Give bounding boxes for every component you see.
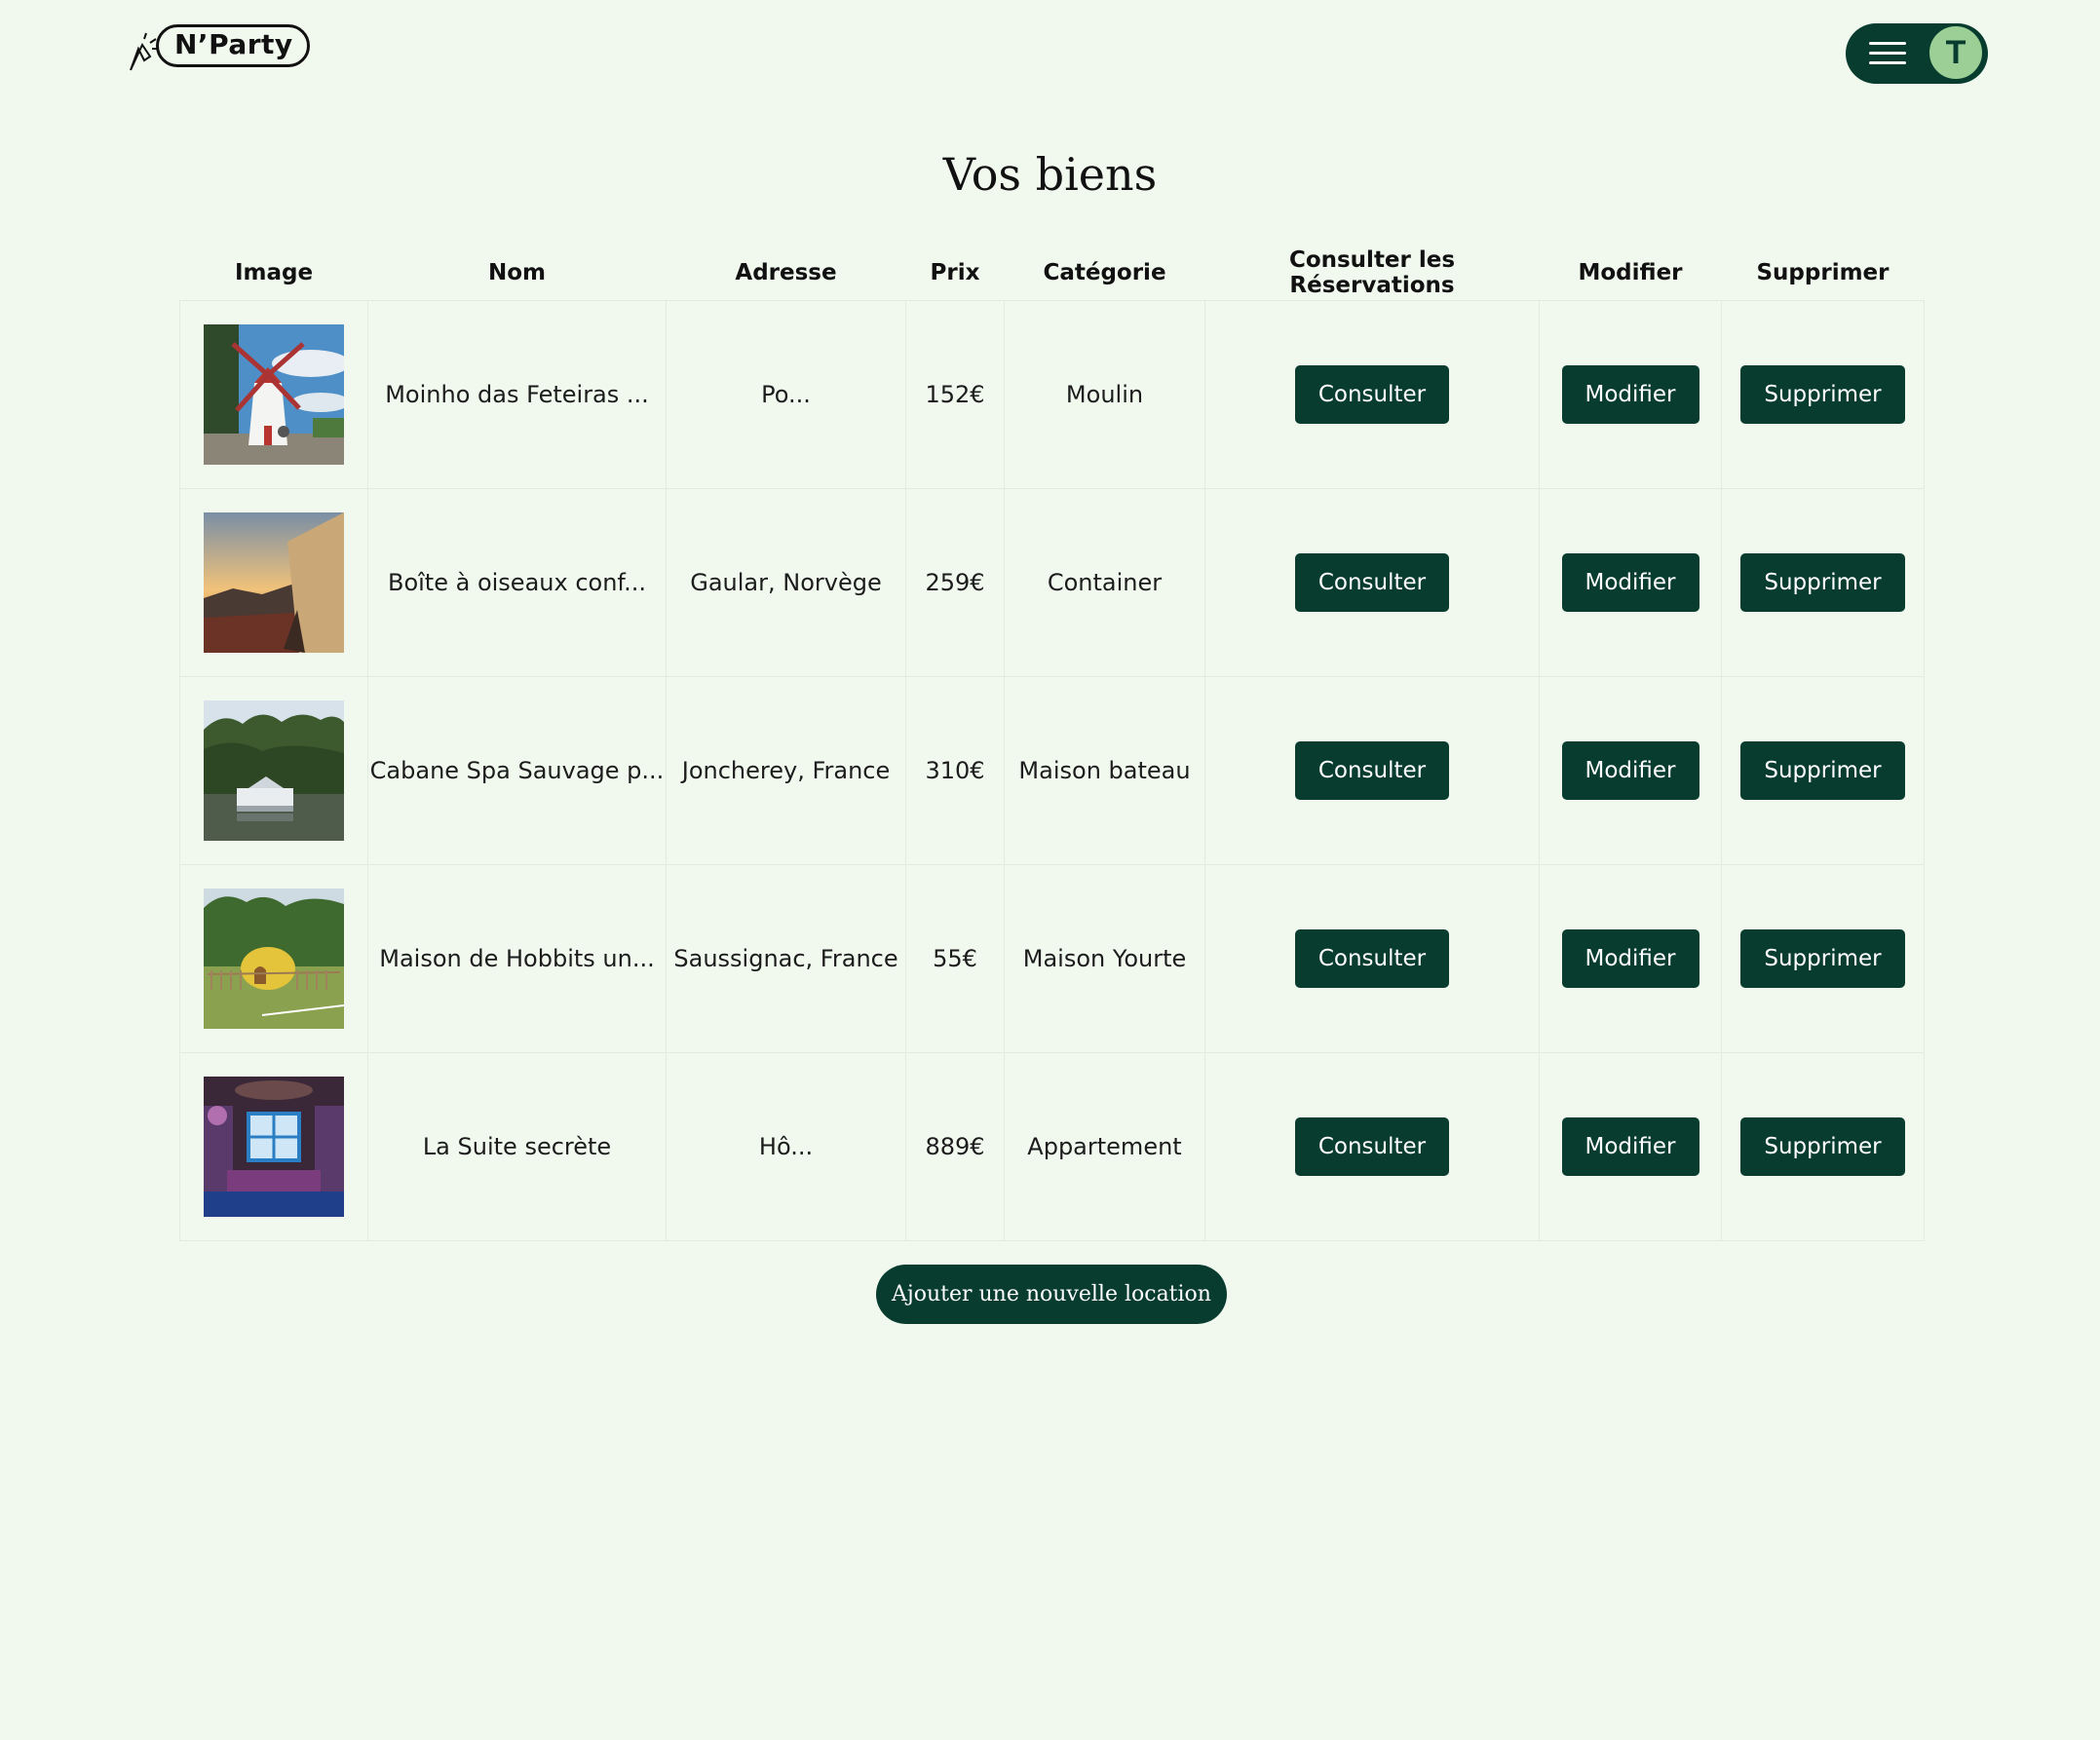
category-cell: Maison bateau [1004,676,1205,865]
table-row: Maison de Hobbits un... Saussignac, Fran… [179,864,1925,1053]
column-header-reservations: Consulter les Réservations [1288,247,1456,298]
consult-button[interactable]: Consulter [1294,929,1450,988]
property-image [204,889,344,1029]
consult-button[interactable]: Consulter [1294,741,1450,800]
price-cell: 310€ [905,676,1005,865]
delete-cell: Supprimer [1721,300,1925,489]
add-rental-button[interactable]: Ajouter une nouvelle location [876,1265,1227,1324]
image-cell [179,864,368,1053]
reservations-cell: Consulter [1204,864,1540,1053]
edit-button[interactable]: Modifier [1561,1117,1699,1176]
name-cell: Maison de Hobbits un... [367,864,667,1053]
delete-button[interactable]: Supprimer [1740,365,1905,424]
column-header-name: Nom [487,260,547,285]
column-header-address: Adresse [735,260,837,285]
reservations-cell: Consulter [1204,1052,1540,1241]
reservations-cell: Consulter [1204,300,1540,489]
column-header-category: Catégorie [1043,260,1166,285]
delete-button[interactable]: Supprimer [1740,1117,1905,1176]
address-cell: Joncherey, France [666,676,906,865]
image-cell [179,676,368,865]
category-cell: Appartement [1004,1052,1205,1241]
table-row: La Suite secrète Hô... 889€ Appartement … [179,1052,1925,1241]
delete-button[interactable]: Supprimer [1740,929,1905,988]
page-title: Vos biens [942,148,1158,201]
app-logo[interactable]: N’Party [125,21,310,71]
delete-cell: Supprimer [1721,864,1925,1053]
delete-cell: Supprimer [1721,676,1925,865]
column-header-image: Image [234,260,314,285]
hamburger-icon [1869,42,1906,65]
category-cell: Maison Yourte [1004,864,1205,1053]
user-menu-button[interactable]: T [1846,23,1988,84]
delete-button[interactable]: Supprimer [1740,553,1905,612]
edit-button[interactable]: Modifier [1561,365,1699,424]
name-cell: Moinho das Feteiras ... [367,300,667,489]
consult-button[interactable]: Consulter [1294,553,1450,612]
address-cell: Hô... [666,1052,906,1241]
reservations-cell: Consulter [1204,676,1540,865]
address-cell: Po... [666,300,906,489]
column-header-edit: Modifier [1578,260,1683,285]
image-cell [179,488,368,677]
edit-button[interactable]: Modifier [1561,741,1699,800]
image-cell [179,300,368,489]
property-image [204,1077,344,1217]
column-header-price: Prix [930,260,980,285]
property-image [204,512,344,653]
table-row: Moinho das Feteiras ... Po... 152€ Mouli… [179,300,1925,489]
category-cell: Container [1004,488,1205,677]
edit-cell: Modifier [1539,1052,1722,1241]
price-cell: 152€ [905,300,1005,489]
address-cell: Saussignac, France [666,864,906,1053]
consult-button[interactable]: Consulter [1294,1117,1450,1176]
category-cell: Moulin [1004,300,1205,489]
delete-cell: Supprimer [1721,488,1925,677]
image-cell [179,1052,368,1241]
property-image [204,324,344,465]
edit-cell: Modifier [1539,676,1722,865]
address-cell: Gaular, Norvège [666,488,906,677]
property-image [204,700,344,841]
price-cell: 55€ [905,864,1005,1053]
column-header-delete: Supprimer [1756,260,1890,285]
delete-button[interactable]: Supprimer [1740,741,1905,800]
name-cell: Cabane Spa Sauvage p... [367,676,667,865]
consult-button[interactable]: Consulter [1294,365,1450,424]
properties-table: Image Nom Adresse Prix Catégorie Consult… [179,246,1925,1241]
edit-button[interactable]: Modifier [1561,553,1699,612]
delete-cell: Supprimer [1721,1052,1925,1241]
edit-cell: Modifier [1539,488,1722,677]
price-cell: 889€ [905,1052,1005,1241]
price-cell: 259€ [905,488,1005,677]
properties-table-wrapper: Image Nom Adresse Prix Catégorie Consult… [179,246,1925,1241]
table-header-row: Image Nom Adresse Prix Catégorie Consult… [180,246,1925,301]
table-row: Boîte à oiseaux conf... Gaular, Norvège … [179,488,1925,677]
edit-cell: Modifier [1539,300,1722,489]
avatar: T [1928,24,1984,81]
logo-text: N’Party [156,24,310,67]
name-cell: Boîte à oiseaux conf... [367,488,667,677]
edit-button[interactable]: Modifier [1561,929,1699,988]
edit-cell: Modifier [1539,864,1722,1053]
reservations-cell: Consulter [1204,488,1540,677]
table-row: Cabane Spa Sauvage p... Joncherey, Franc… [179,676,1925,865]
name-cell: La Suite secrète [367,1052,667,1241]
